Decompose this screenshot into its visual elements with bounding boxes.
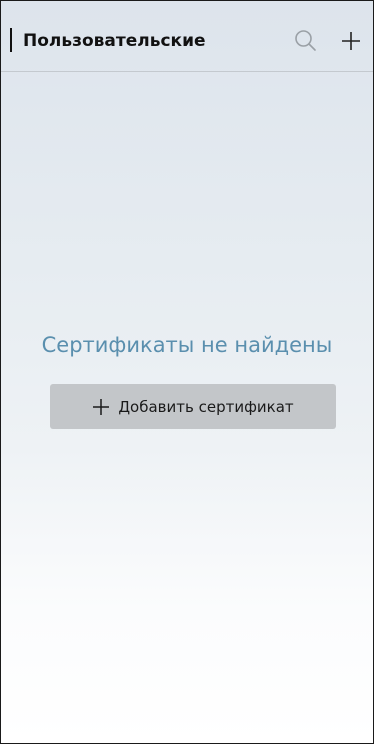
empty-state-message: Сертификаты не найдены xyxy=(41,333,333,357)
header-accent-bar xyxy=(10,28,12,52)
search-button[interactable] xyxy=(291,27,321,55)
app-window: Пользовательские Сертификаты не найдены … xyxy=(0,0,374,744)
plus-icon xyxy=(92,398,110,416)
add-button[interactable] xyxy=(336,27,366,55)
empty-state: Сертификаты не найдены xyxy=(1,331,373,359)
search-icon xyxy=(295,30,316,51)
add-certificate-label: Добавить сертификат xyxy=(118,397,294,416)
page-title: Пользовательские xyxy=(23,31,206,51)
plus-icon xyxy=(342,32,360,50)
add-certificate-button[interactable]: Добавить сертификат xyxy=(50,384,336,429)
header-bar: Пользовательские xyxy=(1,1,373,72)
